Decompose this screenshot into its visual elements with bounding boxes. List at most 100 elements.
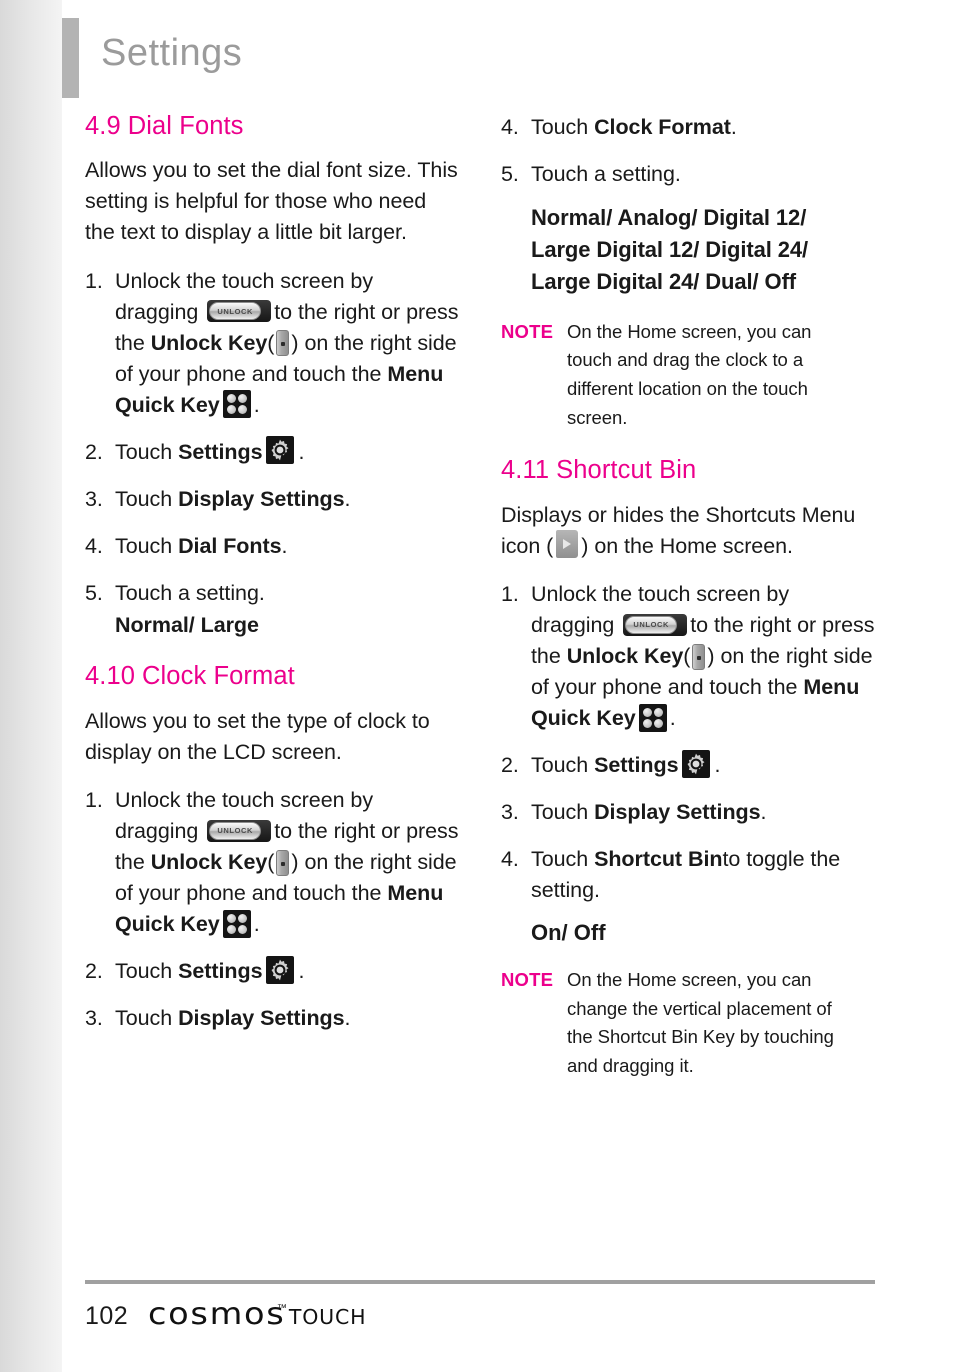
step-text: . <box>253 392 260 417</box>
step-bold-term: Dial Fonts <box>178 533 282 558</box>
step-text: ( <box>267 331 275 356</box>
unlock-slider-label: UNLOCK <box>217 826 254 836</box>
step-text: Touch <box>531 800 589 825</box>
section-title: Shortcut Bin <box>556 456 697 485</box>
step-text: . <box>281 533 288 558</box>
step-bold-term: Unlock Key <box>150 331 268 356</box>
step-item: 5. Touch a setting. <box>501 159 875 190</box>
unlock-key-icon <box>692 643 706 670</box>
trademark-symbol: ™ <box>276 1303 287 1314</box>
step-text: Touch a setting. <box>531 161 681 186</box>
step-text: Touch a setting. <box>115 580 265 605</box>
menu-quick-key-icon <box>638 703 667 732</box>
step-text: . <box>253 912 260 937</box>
note-block-shortcut: NOTE On the Home screen, you can change … <box>501 966 875 1081</box>
unlock-slider-icon: UNLOCK <box>207 300 272 323</box>
menu-quick-key-icon <box>222 390 251 419</box>
step-item: 3. Touch Display Settings. <box>85 484 459 515</box>
step-item: 2. Touch Settings. <box>501 749 875 781</box>
step-item: 4. Touch Shortcut Binto toggle the settin… <box>501 844 875 906</box>
step-text: Touch <box>115 1006 173 1031</box>
clock-format-options: Normal/ Analog/ Digital 12/ Large Digita… <box>531 202 875 298</box>
step-bold-term: Display Settings <box>178 1006 345 1031</box>
option-line: Large Digital 12/ Digital 24/ <box>531 236 809 262</box>
step-text: Touch <box>531 847 589 872</box>
note-label: NOTE <box>501 320 554 342</box>
settings-gear-icon <box>266 436 295 465</box>
step-marker: 1. <box>501 582 519 607</box>
option-line: Normal/ Analog/ Digital 12/ <box>531 204 807 230</box>
step-bold-term: Unlock Key <box>566 644 684 669</box>
page-edge-shading <box>0 0 62 1372</box>
step-item: 2. Touch Settings. <box>85 955 459 987</box>
step-text: Touch <box>115 959 173 984</box>
step-marker: 4. <box>501 115 519 139</box>
step-marker: 4. <box>501 847 519 872</box>
intro-text: ) on the Home screen. <box>581 533 793 558</box>
step-marker: 3. <box>85 486 103 511</box>
step-item: 3. Touch Display Settings. <box>85 1003 459 1034</box>
step-text: ( <box>267 850 275 875</box>
step-options: Normal/ Large <box>115 612 259 637</box>
step-bold-term: Settings <box>178 439 263 464</box>
steps-clock-format: 1. Unlock the touch screen by dragging UN… <box>85 785 459 1034</box>
note-line: and dragging it. <box>567 1055 694 1077</box>
page-title: Settings <box>101 32 243 74</box>
step-text: Touch <box>531 115 589 139</box>
running-header: Settings <box>62 18 242 98</box>
settings-gear-icon <box>266 955 295 984</box>
section-intro-dial-fonts: Allows you to set the dial font size. Th… <box>85 158 458 245</box>
step-bold-term: Settings <box>178 959 263 984</box>
left-column: 4.9 Dial Fonts Allows you to set the dial… <box>85 112 459 1105</box>
step-text: . <box>760 800 767 825</box>
step-marker: 3. <box>501 800 519 825</box>
step-item: 2. Touch Settings. <box>85 436 459 468</box>
brand-suffix: TOUCH <box>288 1305 367 1329</box>
step-item: 5. Touch a setting. Normal/ Large <box>85 578 459 640</box>
note-label: NOTE <box>501 969 554 991</box>
note-body: On the Home screen, you can change the v… <box>567 966 834 1081</box>
step-text: . <box>298 439 305 464</box>
step-marker: 2. <box>85 959 103 984</box>
section-number: 4.11 <box>501 456 550 485</box>
section-title: Clock Format <box>142 662 295 691</box>
section-number: 4.10 <box>85 662 136 691</box>
shortcut-bin-options: On/ Off <box>531 920 606 946</box>
note-block-clock: NOTE On the Home screen, you can touch a… <box>501 318 875 433</box>
unlock-slider-icon: UNLOCK <box>207 819 272 842</box>
step-item: 4. Touch Clock Format. <box>501 112 875 143</box>
note-body: On the Home screen, you can touch and dr… <box>567 318 811 433</box>
unlock-slider-label: UNLOCK <box>633 620 670 630</box>
step-marker: 1. <box>85 269 103 294</box>
note-line: touch and drag the clock to a <box>567 349 804 371</box>
step-item: 1. Unlock the touch screen by dragging UN… <box>85 785 459 940</box>
steps-dial-fonts: 1. Unlock the touch screen by dragging UN… <box>85 266 459 640</box>
unlock-slider-icon: UNLOCK <box>623 613 688 636</box>
section-number: 4.9 <box>85 112 121 140</box>
step-text: ( <box>683 644 691 669</box>
page-footer: 102 cosmos ™ TOUCH <box>85 1297 366 1332</box>
menu-quick-key-icon <box>222 909 251 938</box>
step-bold-term: Clock Format <box>594 115 731 139</box>
step-marker: 2. <box>85 439 103 464</box>
page-number: 102 <box>85 1302 129 1330</box>
step-item: 1. Unlock the touch screen by dragging UN… <box>501 579 875 734</box>
step-bold-term: Display Settings <box>178 486 345 511</box>
right-column: 4. Touch Clock Format. 5. Touch a setting.… <box>501 112 875 1105</box>
section-intro-clock-format: Allows you to set the type of clock to d… <box>85 708 430 764</box>
step-text: . <box>669 706 676 731</box>
note-line: On the Home screen, you can <box>567 969 812 991</box>
step-text: Touch <box>115 533 173 558</box>
step-item: 3. Touch Display Settings. <box>501 797 875 828</box>
steps-clock-format-continued: 4. Touch Clock Format. 5. Touch a setting. <box>501 112 875 190</box>
footer-divider <box>85 1280 875 1284</box>
section-title: Dial Fonts <box>127 112 244 140</box>
step-item: 4. Touch Dial Fonts. <box>85 531 459 562</box>
page-columns: 4.9 Dial Fonts Allows you to set the dial… <box>85 112 875 1105</box>
page-edge-band <box>0 0 62 1372</box>
unlock-key-icon <box>276 849 290 876</box>
step-text: Touch <box>115 439 173 464</box>
step-text: . <box>714 753 721 778</box>
note-line: screen. <box>567 406 628 428</box>
note-line: change the vertical placement of <box>567 997 832 1019</box>
